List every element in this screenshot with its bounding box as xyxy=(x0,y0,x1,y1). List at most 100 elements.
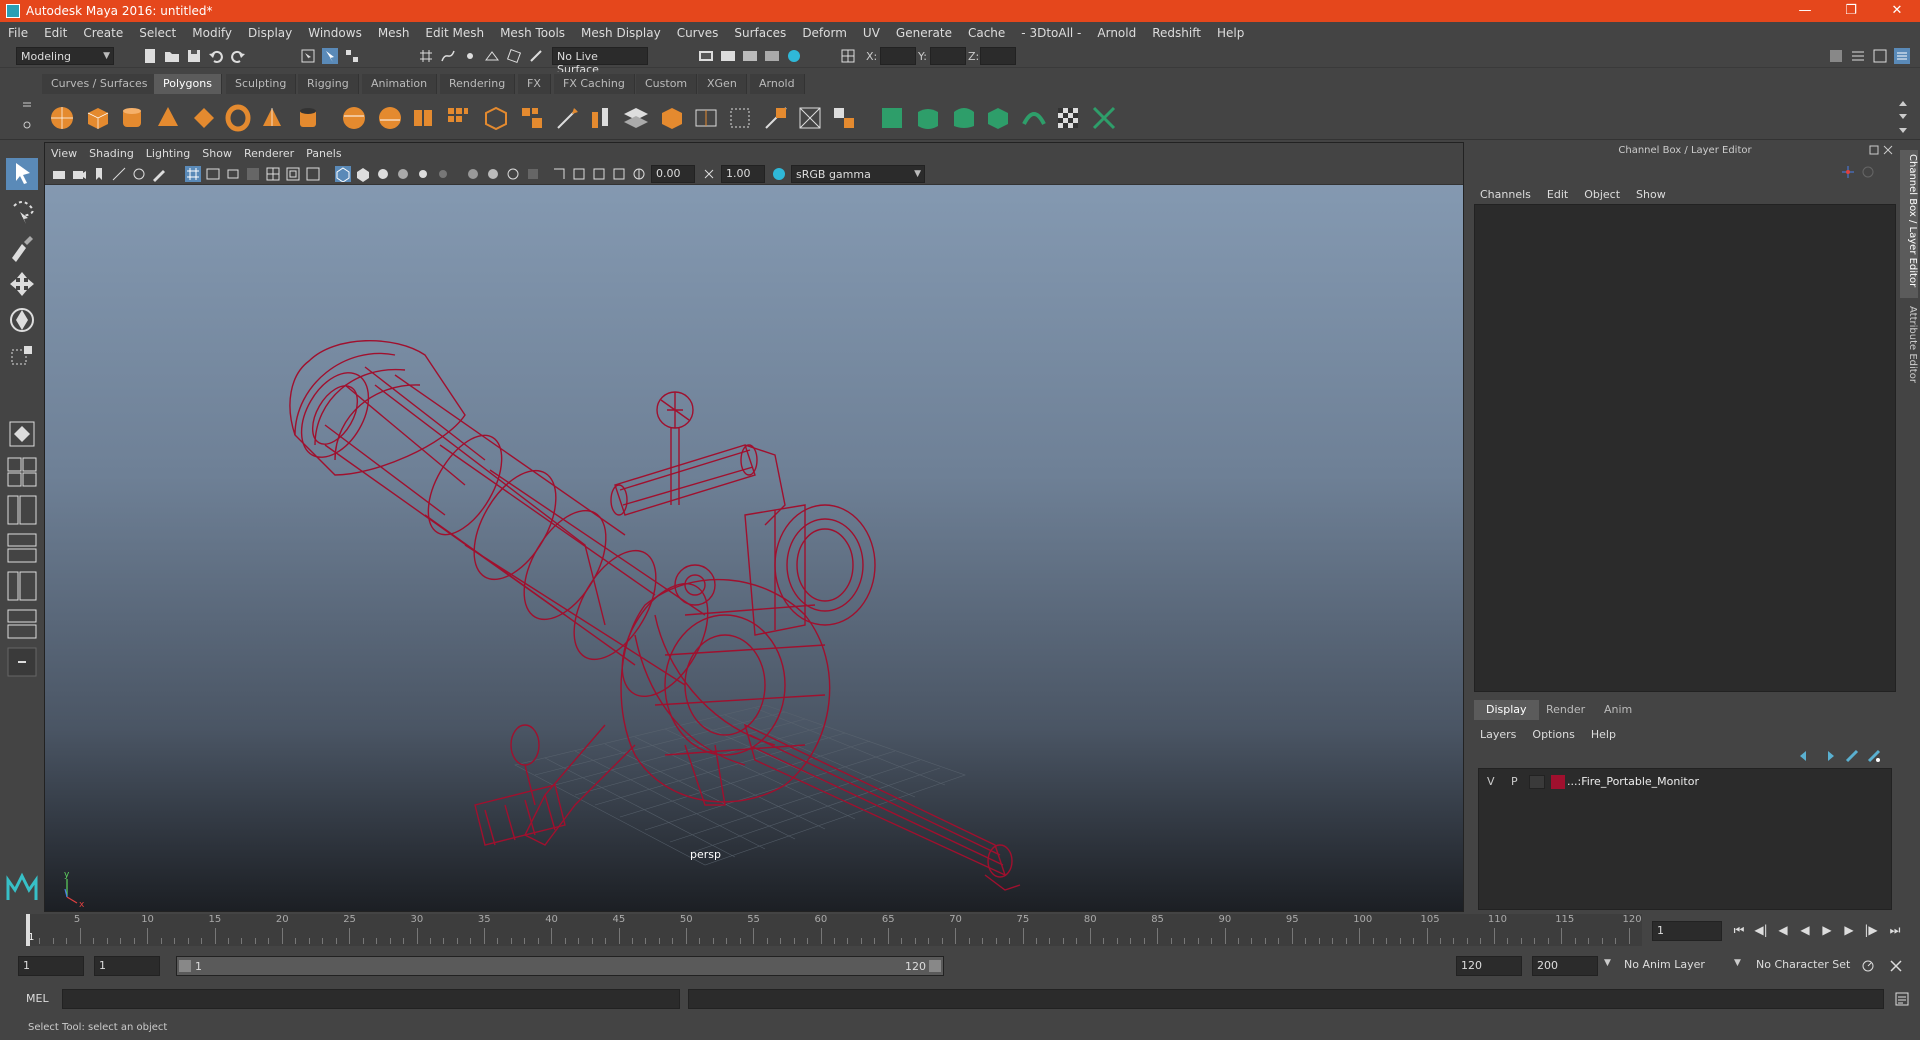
menu-deform[interactable]: Deform xyxy=(794,26,855,40)
cb-menu-channels[interactable]: Channels xyxy=(1472,188,1539,201)
character-set-dropdown[interactable]: No Character Set xyxy=(1752,956,1874,976)
poly-cylinder-icon[interactable] xyxy=(118,104,146,132)
menu-surfaces[interactable]: Surfaces xyxy=(726,26,794,40)
shelf-scroll-up-icon[interactable] xyxy=(1898,98,1908,108)
vp-menu-show[interactable]: Show xyxy=(196,147,238,160)
close-panel-icon[interactable] xyxy=(1882,144,1894,156)
select-camera-icon[interactable] xyxy=(51,166,67,182)
layer-visibility-toggle[interactable]: V xyxy=(1487,775,1495,788)
layer-color-swatch[interactable] xyxy=(1551,775,1565,789)
playback-start-field[interactable]: 1 xyxy=(94,956,160,976)
uv-automatic-icon[interactable] xyxy=(984,104,1012,132)
tab-rigging[interactable]: Rigging xyxy=(298,74,359,94)
live-surface-field[interactable]: No Live Surface xyxy=(552,47,648,76)
snap-curve-icon[interactable] xyxy=(440,48,456,64)
bridge-icon[interactable] xyxy=(588,104,616,132)
bevel-icon[interactable] xyxy=(622,104,650,132)
poly-sphere-icon[interactable] xyxy=(48,104,76,132)
menu-arnold[interactable]: Arnold xyxy=(1089,26,1144,40)
transform-mode-icon[interactable] xyxy=(840,48,856,64)
vp-menu-panels[interactable]: Panels xyxy=(300,147,347,160)
view-transform-dropdown[interactable]: sRGB gamma ▼ xyxy=(791,165,925,183)
camera-attributes-icon[interactable] xyxy=(71,166,87,182)
poly-plane-icon[interactable] xyxy=(190,104,218,132)
tab-polygons[interactable]: Polygons xyxy=(154,74,222,94)
wireframe-icon[interactable] xyxy=(335,166,351,182)
script-editor-icon[interactable] xyxy=(1894,991,1910,1007)
hypershade-layout-icon[interactable] xyxy=(6,608,38,640)
channel-box-toggle-icon[interactable] xyxy=(1894,48,1910,64)
uv-cylindrical-icon[interactable] xyxy=(914,104,942,132)
scale-tool-icon[interactable] xyxy=(6,340,38,372)
menu-help[interactable]: Help xyxy=(1209,26,1252,40)
layer-menu-options[interactable]: Options xyxy=(1524,728,1582,741)
vp-menu-view[interactable]: View xyxy=(45,147,83,160)
extract-icon[interactable] xyxy=(410,104,438,132)
poly-torus-icon[interactable] xyxy=(224,104,252,132)
menu-redshift[interactable]: Redshift xyxy=(1144,26,1209,40)
new-layer-selected-icon[interactable] xyxy=(1866,748,1882,764)
paint-select-tool-icon[interactable] xyxy=(6,232,38,264)
combine-icon[interactable] xyxy=(340,104,368,132)
menu-curves[interactable]: Curves xyxy=(669,26,727,40)
move-layer-down-icon[interactable] xyxy=(1820,748,1836,764)
bookmark-icon[interactable] xyxy=(91,166,107,182)
ipr-render-icon[interactable] xyxy=(720,48,736,64)
render-settings-icon[interactable] xyxy=(742,48,758,64)
restore-icon[interactable]: ❐ xyxy=(1828,0,1874,22)
hypershade-icon[interactable] xyxy=(764,48,780,64)
channel-box-sync-icon[interactable] xyxy=(1860,164,1876,180)
layer-playback-toggle[interactable]: P xyxy=(1511,775,1518,788)
float-panel-icon[interactable] xyxy=(1868,144,1880,156)
uv-checker-icon[interactable] xyxy=(1054,104,1082,132)
time-slider-track[interactable]: 1 5 10 15 20 25 30 35 40 45 50 55 60 65 70 75 80 85 90 95 10… xyxy=(26,914,1642,946)
chevron-down-icon[interactable]: ▼ xyxy=(1734,958,1741,968)
tab-curves-surfaces[interactable]: Curves / Surfaces xyxy=(42,74,158,94)
move-tool-icon[interactable] xyxy=(6,268,38,300)
uv-spherical-icon[interactable] xyxy=(950,104,978,132)
range-end-handle[interactable] xyxy=(929,960,941,972)
lasso-tool-icon[interactable] xyxy=(6,196,38,228)
booleans-icon[interactable] xyxy=(482,104,510,132)
vp-menu-renderer[interactable]: Renderer xyxy=(238,147,300,160)
exposure-icon[interactable] xyxy=(631,166,647,182)
menu-mesh-tools[interactable]: Mesh Tools xyxy=(492,26,573,40)
single-perspective-layout-icon[interactable] xyxy=(6,418,38,450)
tab-sculpting[interactable]: Sculpting xyxy=(226,74,297,94)
select-hierarchy-icon[interactable] xyxy=(300,48,316,64)
grid-toggle-icon[interactable] xyxy=(185,166,201,182)
scene-end-field[interactable]: 200 xyxy=(1532,956,1598,976)
tab-display[interactable]: Display xyxy=(1474,700,1539,720)
snap-projected-icon[interactable] xyxy=(484,48,500,64)
menu-create[interactable]: Create xyxy=(75,26,131,40)
menu-generate[interactable]: Generate xyxy=(888,26,960,40)
poly-pyramid-icon[interactable] xyxy=(258,104,286,132)
step-back-key-icon[interactable]: ◀ xyxy=(1774,922,1792,938)
go-to-start-icon[interactable]: ⏮ xyxy=(1730,922,1748,938)
snap-view-plane-icon[interactable] xyxy=(506,48,522,64)
layer-menu-layers[interactable]: Layers xyxy=(1472,728,1524,741)
quad-draw-icon[interactable] xyxy=(796,104,824,132)
persp-outliner-layout-icon[interactable] xyxy=(6,494,38,526)
undo-icon[interactable] xyxy=(208,48,224,64)
film-gate-icon[interactable] xyxy=(205,166,221,182)
tab-fx-caching[interactable]: FX Caching xyxy=(554,74,635,94)
shadows-icon[interactable] xyxy=(435,166,451,182)
tab-arnold[interactable]: Arnold xyxy=(750,74,805,94)
tab-anim[interactable]: Anim xyxy=(1592,700,1644,720)
menu-file[interactable]: File xyxy=(0,26,36,40)
tab-xgen[interactable]: XGen xyxy=(698,74,747,94)
poly-pipe-icon[interactable] xyxy=(294,104,322,132)
y-field[interactable] xyxy=(930,47,966,65)
shelf-expand-icon[interactable] xyxy=(1898,126,1908,136)
menu-select[interactable]: Select xyxy=(131,26,184,40)
close-icon[interactable]: ✕ xyxy=(1874,0,1920,22)
cb-menu-edit[interactable]: Edit xyxy=(1539,188,1576,201)
modeling-toolkit-icon[interactable] xyxy=(1828,48,1844,64)
menu-3dtoall[interactable]: - 3DtoAll - xyxy=(1013,26,1089,40)
vp-menu-shading[interactable]: Shading xyxy=(83,147,140,160)
xray-joints-icon[interactable] xyxy=(591,166,607,182)
shelf-menu-icon[interactable] xyxy=(22,100,32,110)
auto-key-icon[interactable] xyxy=(1860,958,1876,974)
menuset-dropdown[interactable]: Modeling ▼ xyxy=(16,47,114,65)
